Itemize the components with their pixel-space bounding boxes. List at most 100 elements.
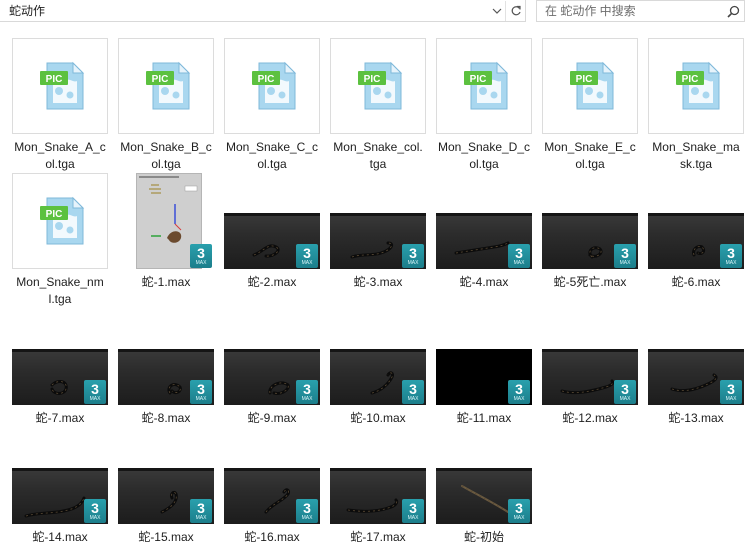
file-name[interactable]: Mon_Snake_nm l.tga xyxy=(10,274,110,308)
file-name[interactable]: 蛇-3.max xyxy=(328,274,428,291)
file-name[interactable]: 蛇-4.max xyxy=(434,274,534,291)
file-item[interactable]: 3 MAX 蛇-9.max xyxy=(222,309,322,427)
file-name-line: 蛇-7.max xyxy=(35,411,85,425)
file-item[interactable]: 3 MAX 蛇-11.max xyxy=(434,309,534,427)
file-name[interactable]: 蛇-16.max xyxy=(222,529,322,542)
3dsmax-badge-icon: 3 MAX xyxy=(190,380,212,404)
file-name-line: ol.tga xyxy=(469,157,499,171)
file-item[interactable]: 3 MAX 蛇-15.max xyxy=(116,428,216,542)
file-thumbnail: PIC xyxy=(542,38,638,134)
file-thumbnail: 3 MAX xyxy=(224,428,320,524)
badge-sub: MAX xyxy=(407,260,419,266)
pic-badge-text: PIC xyxy=(46,74,63,85)
file-name[interactable]: 蛇-2.max xyxy=(222,274,322,291)
file-item[interactable]: 3 MAX 蛇-2.max xyxy=(222,173,322,291)
file-name-line: 蛇-14.max xyxy=(32,530,88,542)
file-name[interactable]: Mon_Snake_D_c ol.tga xyxy=(434,139,534,173)
pic-badge-text: PIC xyxy=(364,74,381,85)
badge-sub: MAX xyxy=(725,396,737,402)
file-name-line: Mon_Snake_nm xyxy=(16,275,104,289)
file-name-line: Mon_Snake_E_c xyxy=(544,140,636,154)
file-name[interactable]: Mon_Snake_C_c ol.tga xyxy=(222,139,322,173)
file-item[interactable]: 3 MAX 蛇-1.max xyxy=(116,173,216,291)
file-name[interactable]: 蛇-13.max xyxy=(646,410,745,427)
file-name[interactable]: 蛇-5死亡.max xyxy=(540,274,640,291)
file-name[interactable]: 蛇-6.max xyxy=(646,274,745,291)
file-name[interactable]: 蛇-8.max xyxy=(116,410,216,427)
file-item[interactable]: 3 MAX 蛇-12.max xyxy=(540,309,640,427)
file-item[interactable]: 3 MAX 蛇-13.max xyxy=(646,309,745,427)
file-item[interactable]: 3 MAX 蛇-3.max xyxy=(328,173,428,291)
badge-sub: MAX xyxy=(301,396,313,402)
badge-number: 3 xyxy=(727,381,735,397)
file-item[interactable]: 3 MAX 蛇-16.max xyxy=(222,428,322,542)
file-name[interactable]: 蛇-14.max xyxy=(10,529,110,542)
file-name[interactable]: 蛇-10.max xyxy=(328,410,428,427)
badge-number: 3 xyxy=(621,381,629,397)
file-name[interactable]: 蛇-1.max xyxy=(116,274,216,291)
file-item[interactable]: PIC Mon_Snake_D_c ol.tga xyxy=(434,38,534,173)
file-name[interactable]: Mon_Snake_col. tga xyxy=(328,139,428,173)
file-item[interactable]: 3 MAX 蛇-8.max xyxy=(116,309,216,427)
badge-number: 3 xyxy=(303,245,311,261)
file-item[interactable]: 3 MAX 蛇-6.max xyxy=(646,173,745,291)
3dsmax-badge-icon: 3 MAX xyxy=(614,380,636,404)
file-name-line: 蛇-6.max xyxy=(671,275,721,289)
file-name-line: Mon_Snake_col. xyxy=(333,140,423,154)
badge-number: 3 xyxy=(197,500,205,516)
file-thumbnail: 3 MAX xyxy=(224,309,320,405)
file-item[interactable]: 3 MAX 蛇-7.max xyxy=(10,309,110,427)
file-name[interactable]: Mon_Snake_E_c ol.tga xyxy=(540,139,640,173)
file-name[interactable]: 蛇-11.max xyxy=(434,410,534,427)
file-thumbnail: 3 MAX xyxy=(648,309,744,405)
file-name-line: 蛇-17.max xyxy=(350,530,406,542)
file-grid: PIC Mon_Snake_A_c ol.tga PIC Mon_Snake_B_c ol… xyxy=(0,0,745,542)
file-item[interactable]: 3 MAX 蛇-14.max xyxy=(10,428,110,542)
file-name-line: Mon_Snake_ma xyxy=(652,140,740,154)
file-item[interactable]: 3 MAX 蛇-10.max xyxy=(328,309,428,427)
file-item[interactable]: PIC Mon_Snake_col. tga xyxy=(328,38,428,173)
badge-sub: MAX xyxy=(513,396,525,402)
file-thumbnail: 3 MAX xyxy=(542,173,638,269)
file-name[interactable]: 蛇-初始 xyxy=(434,529,534,542)
badge-sub: MAX xyxy=(89,515,101,521)
file-item[interactable]: 3 MAX 蛇-初始 xyxy=(434,428,534,542)
file-thumbnail: 3 MAX xyxy=(118,428,214,524)
file-name[interactable]: Mon_Snake_B_c ol.tga xyxy=(116,139,216,173)
file-name-line: 蛇-9.max xyxy=(247,411,297,425)
file-thumbnail: PIC xyxy=(12,38,108,134)
badge-number: 3 xyxy=(515,245,523,261)
file-item[interactable]: PIC Mon_Snake_E_c ol.tga xyxy=(540,38,640,173)
file-item[interactable]: PIC Mon_Snake_nm l.tga xyxy=(10,173,110,308)
file-thumbnail: PIC xyxy=(648,38,744,134)
file-name[interactable]: 蛇-9.max xyxy=(222,410,322,427)
file-name[interactable]: 蛇-12.max xyxy=(540,410,640,427)
pic-file-icon: PIC xyxy=(146,61,191,110)
file-name[interactable]: 蛇-15.max xyxy=(116,529,216,542)
file-name-line: ol.tga xyxy=(45,157,75,171)
file-item[interactable]: PIC Mon_Snake_ma sk.tga xyxy=(646,38,745,173)
file-name[interactable]: Mon_Snake_ma sk.tga xyxy=(646,139,745,173)
file-name-line: 蛇-1.max xyxy=(141,275,191,289)
file-item[interactable]: PIC Mon_Snake_A_c ol.tga xyxy=(10,38,110,173)
3dsmax-badge-icon: 3 MAX xyxy=(508,499,530,523)
badge-number: 3 xyxy=(515,500,523,516)
file-item[interactable]: PIC Mon_Snake_C_c ol.tga xyxy=(222,38,322,173)
file-item[interactable]: 3 MAX 蛇-4.max xyxy=(434,173,534,291)
file-thumbnail: 3 MAX xyxy=(330,428,426,524)
3dsmax-badge-icon: 3 MAX xyxy=(402,380,424,404)
file-thumbnail: 3 MAX xyxy=(330,173,426,269)
file-item[interactable]: PIC Mon_Snake_B_c ol.tga xyxy=(116,38,216,173)
file-item[interactable]: 3 MAX 蛇-17.max xyxy=(328,428,428,542)
file-name[interactable]: 蛇-17.max xyxy=(328,529,428,542)
file-name-line: sk.tga xyxy=(679,157,712,171)
3dsmax-badge-icon: 3 MAX xyxy=(614,244,636,268)
file-item[interactable]: 3 MAX 蛇-5死亡.max xyxy=(540,173,640,291)
file-name-line: Mon_Snake_A_c xyxy=(14,140,106,154)
file-name-line: 蛇-8.max xyxy=(141,411,191,425)
file-name[interactable]: Mon_Snake_A_c ol.tga xyxy=(10,139,110,173)
pic-badge-text: PIC xyxy=(470,74,487,85)
file-name-line: l.tga xyxy=(48,292,72,306)
3dsmax-badge-icon: 3 MAX xyxy=(720,380,742,404)
file-name[interactable]: 蛇-7.max xyxy=(10,410,110,427)
